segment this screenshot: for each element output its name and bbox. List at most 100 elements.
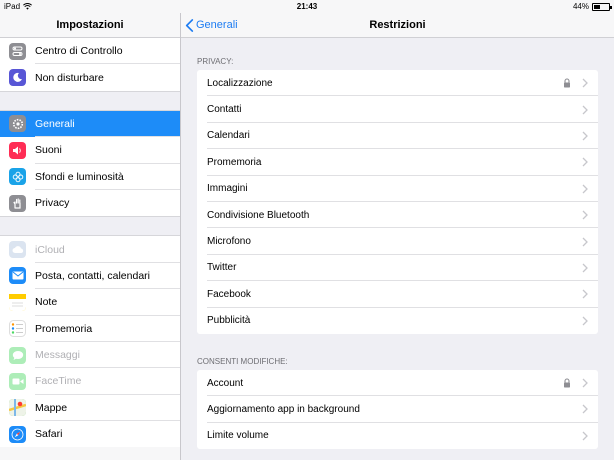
status-bar: iPad 21:43 44% xyxy=(0,0,614,13)
chevron-right-icon xyxy=(582,78,588,88)
back-label: Generali xyxy=(196,19,238,31)
battery-fill xyxy=(594,4,601,9)
settings-sidebar: Impostazioni Centro di Controllo Non dist… xyxy=(0,13,181,460)
sidebar-group-separator xyxy=(0,216,180,237)
hand-icon xyxy=(9,194,26,212)
battery-icon xyxy=(592,2,612,11)
sidebar-title: Impostazioni xyxy=(0,13,180,38)
sidebar-item-non-disturbare[interactable]: Non disturbare xyxy=(0,64,180,90)
row-label: Aggiornamento app in background xyxy=(207,403,360,415)
chevron-right-icon xyxy=(582,289,588,299)
sidebar-item-label: Promemoria xyxy=(35,322,93,335)
sidebar-list: Centro di Controllo Non disturbare General… xyxy=(0,38,180,448)
status-time: 21:43 xyxy=(296,2,318,11)
table-row[interactable]: Contatti xyxy=(197,96,598,124)
table-row[interactable]: Microfono xyxy=(197,228,598,256)
sidebar-item-messaggi[interactable]: Messaggi xyxy=(0,342,180,369)
table-row[interactable]: Account xyxy=(197,370,598,397)
row-label: Condivisione Bluetooth xyxy=(207,209,310,221)
chevron-right-icon xyxy=(582,263,588,273)
section-header: PRIVACY: xyxy=(197,57,234,66)
lock-icon xyxy=(562,78,572,88)
sidebar-item-label: Suoni xyxy=(35,144,62,157)
chevron-right-icon xyxy=(582,131,588,141)
sidebar-item-label: Generali xyxy=(35,117,75,130)
row-label: Twitter xyxy=(207,262,237,274)
reminders-icon xyxy=(9,320,26,338)
gear-icon xyxy=(9,115,26,133)
table-row[interactable]: Facebook xyxy=(197,281,598,308)
table-row[interactable]: Twitter xyxy=(197,255,598,282)
nav-bar: Generali Restrizioni xyxy=(181,13,614,38)
speaker-icon xyxy=(9,141,26,159)
sidebar-item-privacy[interactable]: Privacy xyxy=(0,190,180,216)
row-label: Contatti xyxy=(207,104,242,116)
row-label: Pubblicità xyxy=(207,315,251,327)
maps-icon xyxy=(9,399,26,417)
sidebar-group: Centro di Controllo Non disturbare xyxy=(0,38,180,91)
chevron-right-icon xyxy=(582,237,588,247)
sidebar-item-label: Posta, contatti, calendari xyxy=(35,269,150,282)
restrictions-panel: Generali Restrizioni PRIVACY: Localizzazi… xyxy=(181,13,614,460)
mail-icon xyxy=(9,267,26,285)
moon-icon xyxy=(9,69,26,87)
compass-icon xyxy=(9,425,26,443)
sidebar-group: Generali Suoni Sfondi e luminosità Privacy xyxy=(0,110,180,217)
flower-icon xyxy=(9,168,26,186)
chevron-right-icon xyxy=(582,316,588,326)
sidebar-item-promemoria[interactable]: Promemoria xyxy=(0,316,180,343)
sidebar-item-label: Non disturbare xyxy=(35,71,104,84)
table-row[interactable]: Localizzazione xyxy=(197,70,598,97)
chevron-left-icon xyxy=(185,18,194,32)
sidebar-item-label: Privacy xyxy=(35,197,70,210)
sidebar-item-label: Mappe xyxy=(35,401,68,414)
row-label: Facebook xyxy=(207,288,251,300)
sidebar-item-safari[interactable]: Safari xyxy=(0,421,180,447)
chevron-right-icon xyxy=(582,105,588,115)
table-row[interactable]: Promemoria xyxy=(197,149,598,176)
back-button[interactable]: Generali xyxy=(181,18,238,32)
table-row[interactable]: Aggiornamento app in background xyxy=(197,396,598,424)
row-label: Localizzazione xyxy=(207,77,273,89)
lock-icon xyxy=(562,378,572,388)
section-header: CONSENTI MODIFICHE: xyxy=(197,356,288,366)
sidebar-item-note[interactable]: Note xyxy=(0,289,180,316)
table-row[interactable]: Condivisione Bluetooth xyxy=(197,202,598,229)
sidebar-item-suoni[interactable]: Suoni xyxy=(0,137,180,164)
sidebar-item-mappe[interactable]: Mappe xyxy=(0,395,180,422)
table-row[interactable]: Limite volume xyxy=(197,423,598,449)
restrictions-sections: PRIVACY: Localizzazione Contatti Calendari P… xyxy=(181,52,614,450)
sidebar-item-label: Centro di Controllo xyxy=(35,45,123,58)
row-label: Limite volume xyxy=(207,430,269,442)
facetime-icon xyxy=(9,372,26,390)
messages-icon xyxy=(9,346,26,364)
sidebar-item-label: Messaggi xyxy=(35,349,80,362)
table-row[interactable]: Calendari xyxy=(197,123,598,150)
section-card: Localizzazione Contatti Calendari Promemori… xyxy=(197,70,598,334)
sidebar-item-generali[interactable]: Generali xyxy=(0,110,180,138)
row-label: Account xyxy=(207,377,244,389)
sidebar-item-facetime[interactable]: FaceTime xyxy=(0,368,180,396)
row-label: Promemoria xyxy=(207,156,262,168)
row-label: Calendari xyxy=(207,130,250,142)
sidebar-group-separator xyxy=(0,90,180,111)
chevron-right-icon xyxy=(582,184,588,194)
sidebar-group: iCloud Posta, contatti, calendari Note Prom… xyxy=(0,236,180,448)
sidebar-item-posta-contatti-calendari[interactable]: Posta, contatti, calendari xyxy=(0,263,180,290)
row-label: Immagini xyxy=(207,183,248,195)
sidebar-item-label: Sfondi e luminosità xyxy=(35,170,124,183)
table-row[interactable]: Pubblicità xyxy=(197,308,598,334)
chevron-right-icon xyxy=(582,378,588,388)
sidebar-item-centro-di-controllo[interactable]: Centro di Controllo xyxy=(0,38,180,65)
row-label: Microfono xyxy=(207,236,251,248)
sidebar-item-label: FaceTime xyxy=(35,375,82,388)
section-card: Account Aggiornamento app in background Li… xyxy=(197,369,598,450)
notes-icon xyxy=(9,293,26,311)
sidebar-item-sfondi-e-luminosita[interactable]: Sfondi e luminosità xyxy=(0,164,180,191)
sidebar-item-label: Safari xyxy=(35,428,63,441)
table-row[interactable]: Immagini xyxy=(197,176,598,203)
sidebar-item-icloud[interactable]: iCloud xyxy=(0,236,180,264)
chevron-right-icon xyxy=(582,210,588,220)
control-center-icon xyxy=(9,42,26,60)
sidebar-item-label: Note xyxy=(35,296,58,309)
